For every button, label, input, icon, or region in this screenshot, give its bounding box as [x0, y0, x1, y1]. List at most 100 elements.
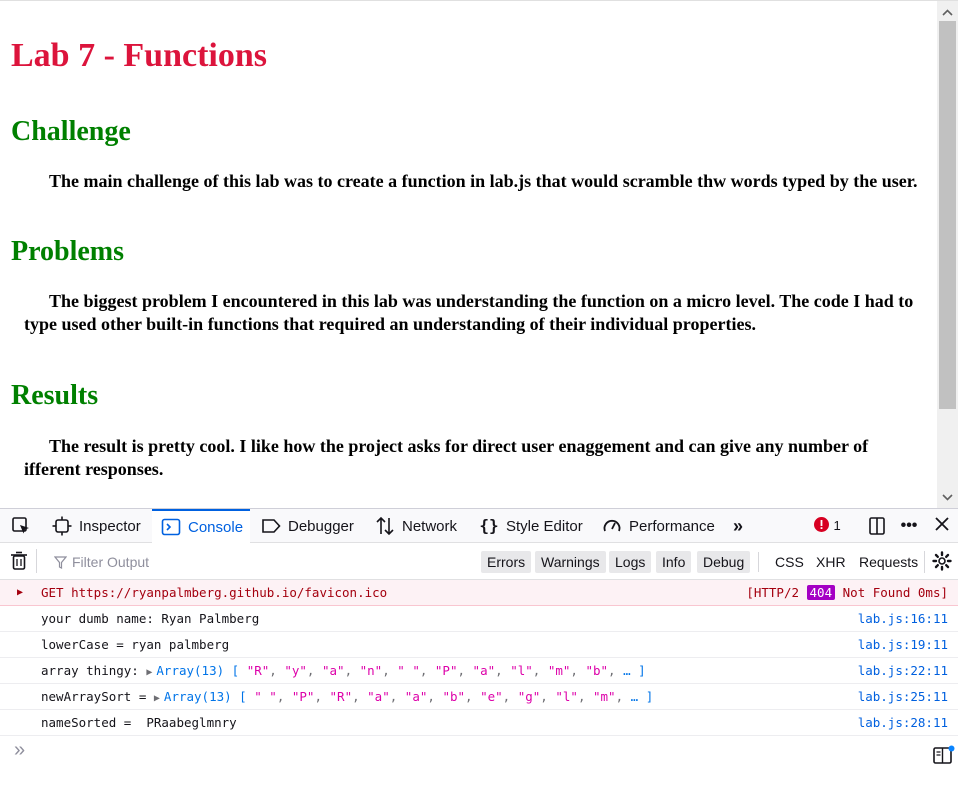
- tab-network[interactable]: Network: [375, 509, 457, 543]
- filter-warnings-button[interactable]: Warnings: [535, 551, 606, 573]
- log-label: array thingy:: [41, 663, 147, 678]
- debugger-icon: [261, 516, 281, 536]
- log-text: nameSorted = PRaabeglmnry: [41, 715, 237, 730]
- source-location-link[interactable]: lab.js:28:11: [858, 710, 948, 736]
- console-message-error[interactable]: ▶ GET https://ryanpalmberg.github.io/fav…: [0, 580, 958, 606]
- close-icon[interactable]: [932, 516, 952, 536]
- tab-style-editor[interactable]: {} Style Editor: [479, 509, 583, 543]
- scroll-thumb[interactable]: [939, 21, 956, 409]
- performance-icon: [602, 516, 622, 536]
- array-item: "R": [246, 663, 270, 678]
- tab-performance[interactable]: Performance: [602, 509, 715, 543]
- array-object-link[interactable]: Array(13): [164, 689, 232, 704]
- array-item: "R": [329, 689, 353, 704]
- console-prompt-chevron-icon: »: [14, 739, 26, 761]
- expand-triangle-icon[interactable]: ▶: [154, 693, 160, 704]
- funnel-icon: [54, 555, 67, 569]
- page-viewport: Lab 7 - Functions Challenge The main cha…: [0, 0, 958, 508]
- source-location-link[interactable]: lab.js:19:11: [858, 632, 948, 658]
- console-icon: [161, 517, 181, 537]
- status-suffix: Not Found 0ms]: [842, 585, 948, 600]
- section-heading-challenge: Challenge: [11, 116, 131, 147]
- error-icon: [814, 517, 829, 532]
- tab-console-label: Console: [188, 518, 244, 536]
- status-prefix: [HTTP/2: [746, 585, 799, 600]
- section-text-challenge: The main challenge of this lab was to cr…: [49, 171, 918, 191]
- filter-output-input[interactable]: Filter Output: [54, 551, 149, 573]
- array-item: "a": [472, 663, 496, 678]
- page-scrollbar[interactable]: [937, 1, 958, 508]
- filter-logs-button[interactable]: Logs: [609, 551, 652, 573]
- array-item: "m": [547, 663, 571, 678]
- log-text: lowerCase = ryan palmberg: [41, 637, 230, 652]
- source-location-link[interactable]: lab.js:16:11: [858, 606, 948, 632]
- section-text-problems: The biggest problem I encountered in thi…: [24, 291, 914, 334]
- error-count-indicator[interactable]: 1: [814, 516, 850, 536]
- inspector-icon: [52, 516, 72, 536]
- array-item: "m": [593, 689, 616, 704]
- array-item: "n": [359, 663, 383, 678]
- trash-icon[interactable]: [9, 551, 29, 571]
- console-message-log: your dumb name: Ryan Palmberg lab.js:16:…: [0, 606, 958, 632]
- tab-console[interactable]: Console: [152, 509, 250, 543]
- console-settings-gear-icon[interactable]: [932, 551, 952, 571]
- tab-debugger-label: Debugger: [288, 517, 354, 535]
- array-item: "b": [585, 663, 609, 678]
- array-more: … ]: [623, 663, 646, 678]
- array-item: "y": [284, 663, 307, 678]
- filter-errors-button[interactable]: Errors: [481, 551, 532, 573]
- array-item: "a": [367, 689, 390, 704]
- array-object-link[interactable]: Array(13): [156, 663, 224, 678]
- tab-style-editor-label: Style Editor: [506, 517, 583, 535]
- more-tabs-chevron-icon[interactable]: »: [728, 516, 748, 536]
- array-item: "l": [555, 689, 578, 704]
- tab-inspector[interactable]: Inspector: [52, 509, 141, 543]
- console-message-array: array thingy: ▶ Array(13) [ "R", "y", "a"…: [0, 658, 958, 684]
- page-content: Lab 7 - Functions Challenge The main cha…: [0, 1, 937, 508]
- log-label: newArraySort =: [41, 689, 154, 704]
- dock-side-icon[interactable]: [867, 516, 887, 536]
- array-more: … ]: [630, 689, 654, 704]
- tab-performance-label: Performance: [629, 517, 715, 535]
- style-editor-icon: {}: [479, 516, 499, 535]
- devtools-toolbar: Inspector Console Debugger Network {} St…: [0, 509, 958, 543]
- element-picker-icon[interactable]: [11, 516, 31, 536]
- array-item: "e": [480, 689, 503, 704]
- tab-network-label: Network: [402, 517, 458, 535]
- console-input-row[interactable]: »: [0, 737, 958, 806]
- array-item: "P": [291, 689, 315, 704]
- expand-triangle-icon[interactable]: ▶: [17, 580, 23, 606]
- array-item: "b": [442, 689, 466, 704]
- filter-xhr-button[interactable]: XHR: [816, 551, 846, 573]
- section-text-results: The result is pretty cool. I like how th…: [24, 436, 869, 479]
- request-url[interactable]: https://ryanpalmberg.github.io/favicon.i…: [71, 585, 387, 600]
- scroll-up-arrow-icon[interactable]: [937, 3, 958, 21]
- array-item: " ": [397, 663, 420, 678]
- console-filter-bar: Filter Output Errors Warnings Logs Info …: [0, 543, 958, 580]
- tab-inspector-label: Inspector: [79, 517, 141, 535]
- filter-debug-button[interactable]: Debug: [697, 551, 751, 573]
- error-count: 1: [833, 518, 841, 533]
- scroll-down-arrow-icon[interactable]: [937, 488, 958, 506]
- divider: [36, 549, 37, 573]
- array-item: "l": [510, 663, 533, 678]
- console-message-log: lowerCase = ryan palmberg lab.js:19:11: [0, 632, 958, 658]
- array-item: "g": [517, 689, 541, 704]
- source-location-link[interactable]: lab.js:22:11: [858, 658, 948, 684]
- filter-info-button[interactable]: Info: [656, 551, 692, 573]
- array-item: "a": [404, 689, 428, 704]
- filter-css-button[interactable]: CSS: [775, 551, 804, 573]
- expand-triangle-icon[interactable]: ▶: [146, 667, 152, 678]
- page-title: Lab 7 - Functions: [11, 37, 267, 74]
- console-message-log: nameSorted = PRaabeglmnry lab.js:28:11: [0, 710, 958, 736]
- filter-placeholder: Filter Output: [72, 554, 150, 570]
- console-message-array: newArraySort = ▶ Array(13) [ " ", "P", "R…: [0, 684, 958, 710]
- array-item: "P": [434, 663, 458, 678]
- meatball-menu-icon[interactable]: •••: [899, 516, 919, 536]
- filter-requests-button[interactable]: Requests: [859, 551, 918, 573]
- request-method: GET: [41, 585, 64, 600]
- source-location-link[interactable]: lab.js:25:11: [858, 684, 948, 710]
- editor-mode-toggle-icon[interactable]: [933, 745, 955, 770]
- divider: [758, 552, 759, 572]
- tab-debugger[interactable]: Debugger: [261, 509, 354, 543]
